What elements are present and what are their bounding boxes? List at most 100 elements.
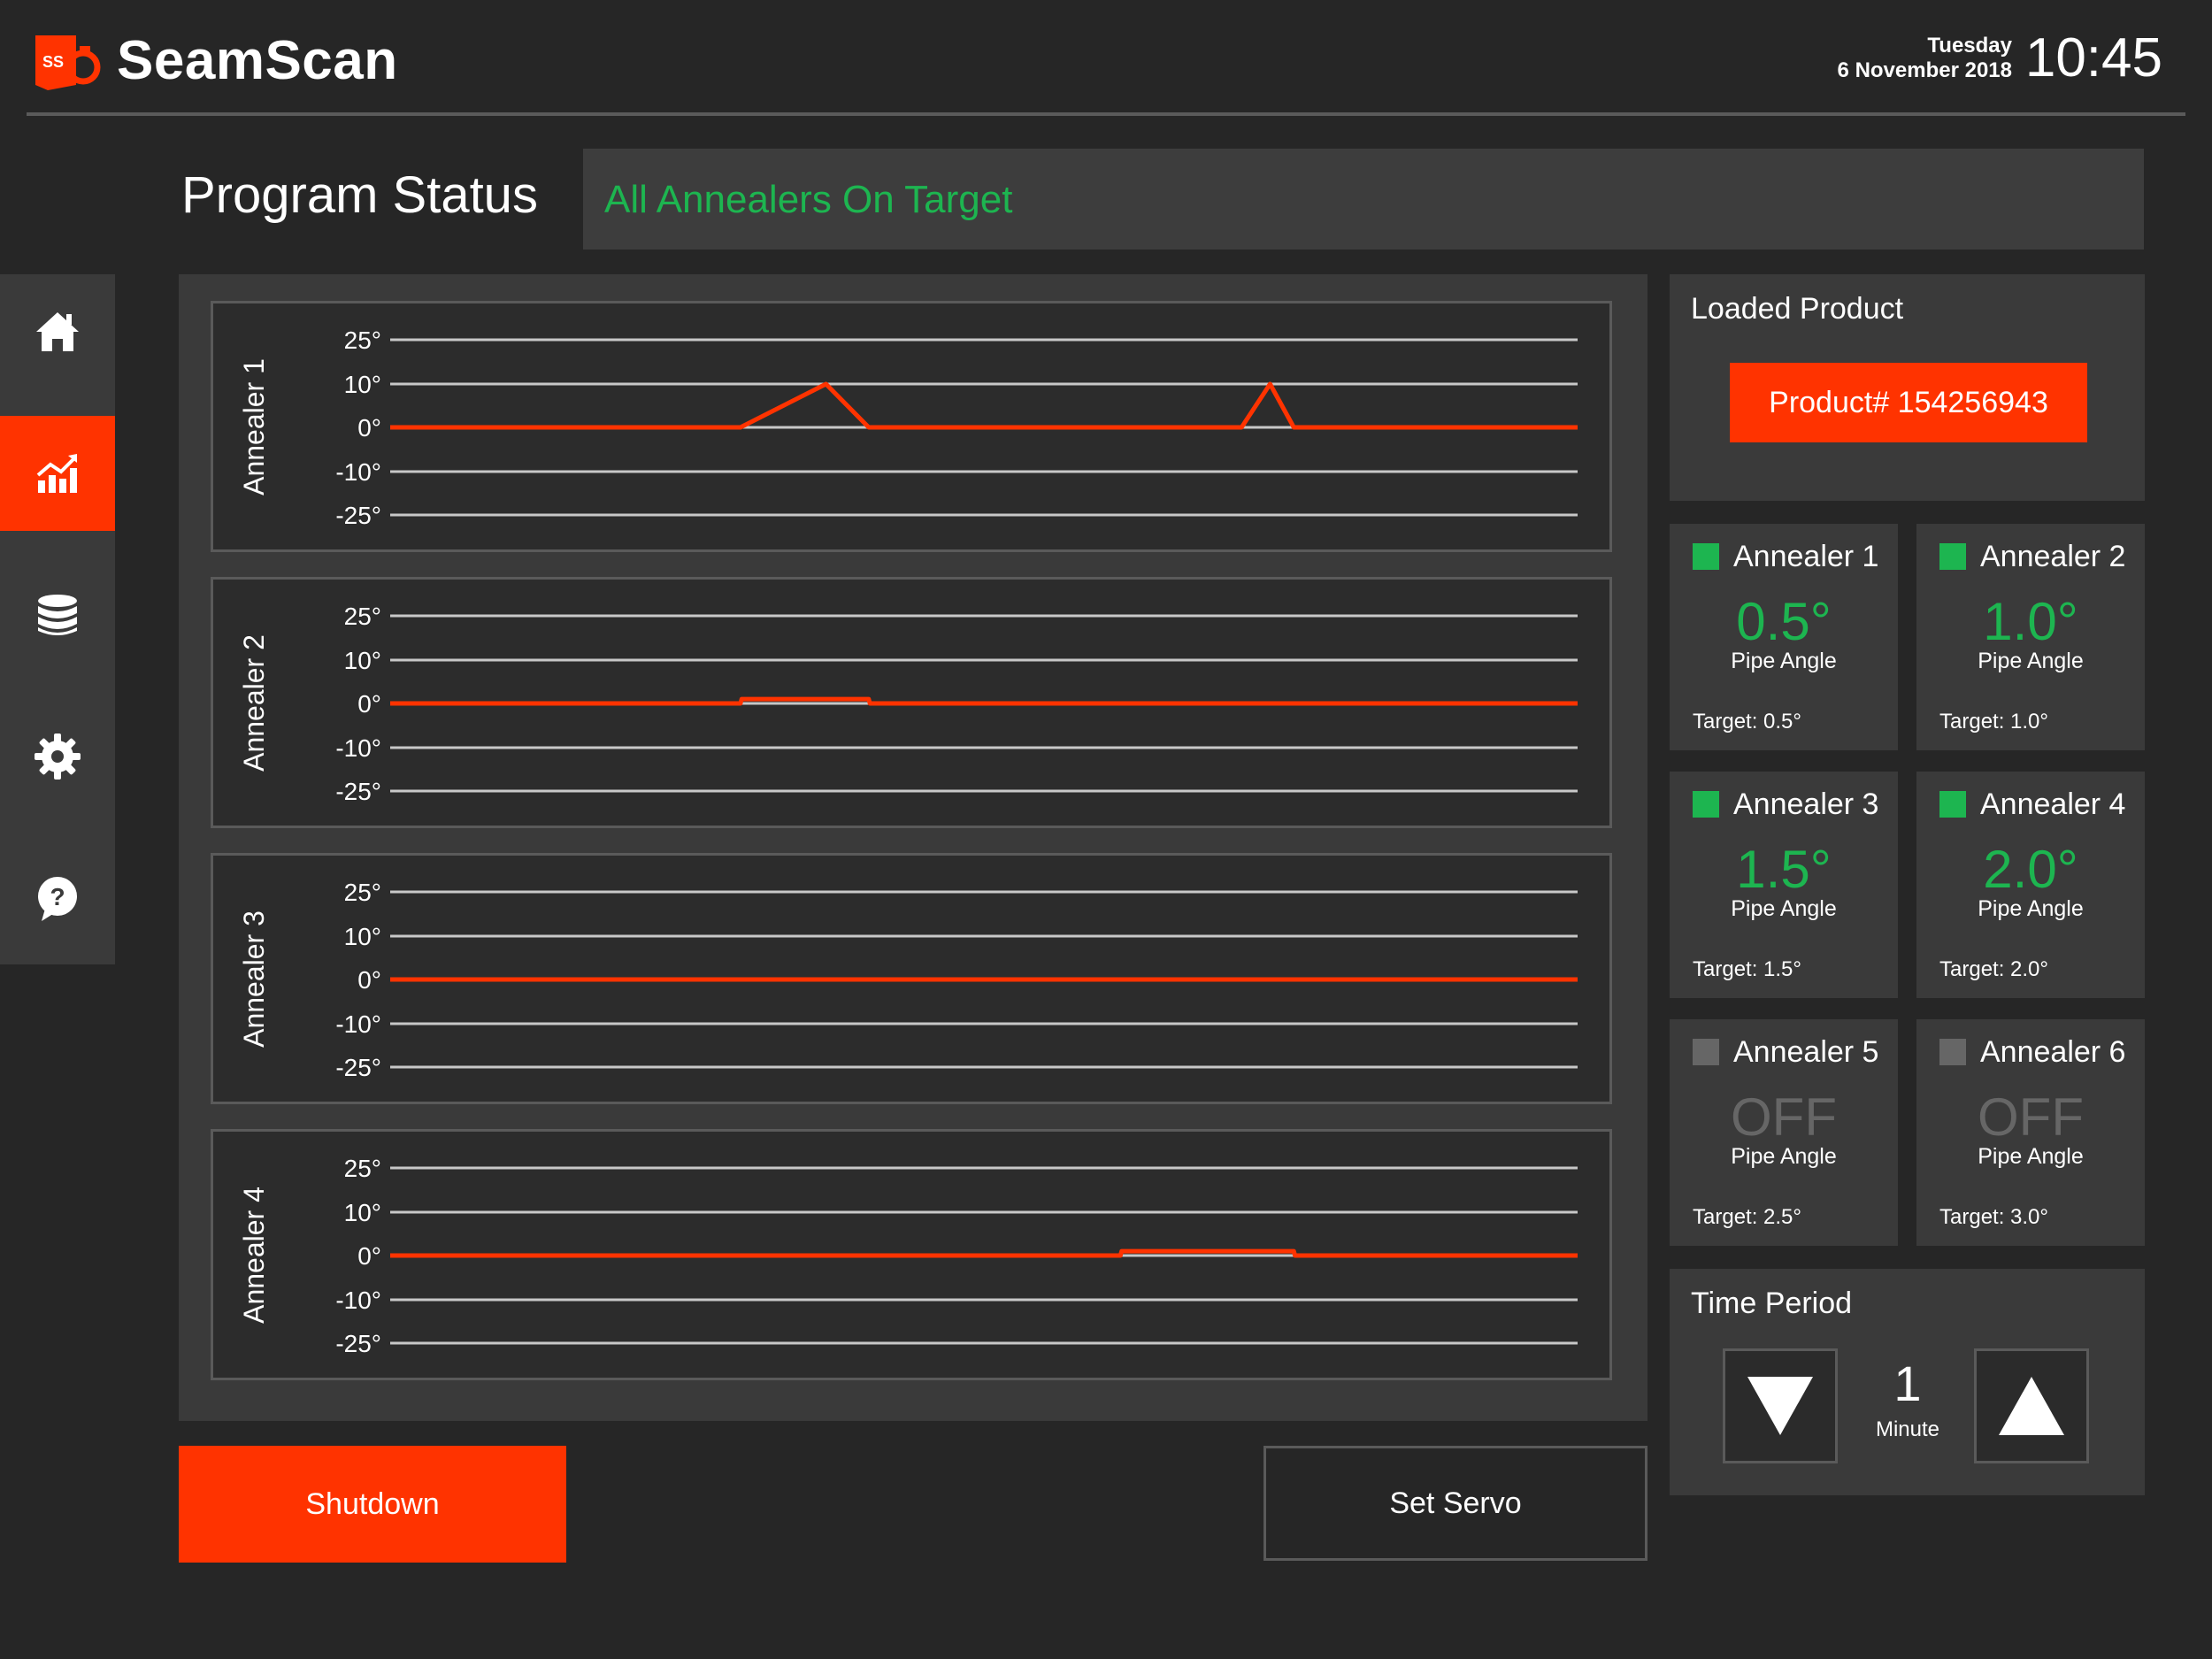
nav-home[interactable] xyxy=(0,274,115,389)
y-tick-label: -25° xyxy=(335,1054,381,1081)
y-tick-label: 25° xyxy=(344,326,381,354)
pipe-angle-label: Pipe Angle xyxy=(1731,1144,1837,1169)
date-display: Tuesday 6 November 2018 xyxy=(1838,34,2012,83)
annealer-card-4[interactable]: Annealer 4 2.0° Pipe Angle Target: 2.0° xyxy=(1916,772,2145,998)
svg-text:?: ? xyxy=(50,883,65,910)
chart-icon xyxy=(36,454,77,493)
pipe-angle-value: 0.5° xyxy=(1736,592,1832,651)
target-value: Target: 2.0° xyxy=(1939,957,2048,981)
database-icon xyxy=(38,595,77,635)
time-period-value: 1 xyxy=(1893,1356,1922,1411)
target-value: Target: 2.5° xyxy=(1693,1205,1801,1229)
shutdown-button[interactable]: Shutdown xyxy=(179,1446,566,1563)
home-icon xyxy=(36,312,79,351)
set-servo-button[interactable]: Set Servo xyxy=(1263,1446,1647,1561)
annealer-name: Annealer 6 xyxy=(1980,1035,2126,1069)
chart-annealer-2: Annealer 2 25° 10° 0° -10° -25° xyxy=(211,577,1612,828)
series-line xyxy=(390,381,1578,430)
chart-annealer-4: Annealer 4 25° 10° 0° -10° -25° xyxy=(211,1129,1612,1380)
time-decrease-button[interactable] xyxy=(1723,1348,1838,1463)
time-period-title: Time Period xyxy=(1691,1286,1853,1320)
y-tick-label: -25° xyxy=(335,778,381,805)
pipe-angle-label: Pipe Angle xyxy=(1978,896,2084,921)
product-button[interactable]: Product# 154256943 xyxy=(1730,363,2087,442)
status-banner: All Annealers On Target xyxy=(583,149,2144,250)
y-tick-label: 0° xyxy=(357,1242,381,1270)
status-indicator-icon xyxy=(1939,791,1966,818)
time-period-unit: Minute xyxy=(1875,1417,1940,1441)
target-value: Target: 3.0° xyxy=(1939,1205,2048,1229)
nav-database[interactable] xyxy=(0,557,115,672)
chart-annealer-1: Annealer 1 25° 10° 0° -10° -25° xyxy=(211,301,1612,552)
y-tick-label: -10° xyxy=(335,1010,381,1038)
y-tick-label: 0° xyxy=(357,966,381,994)
pipe-angle-label: Pipe Angle xyxy=(1978,649,2084,673)
annealer-name: Annealer 2 xyxy=(1980,540,2126,573)
y-tick-label: 0° xyxy=(357,690,381,718)
annealer-name: Annealer 4 xyxy=(1980,787,2126,821)
status-message: All Annealers On Target xyxy=(604,178,1013,221)
pipe-angle-label: Pipe Angle xyxy=(1978,1144,2084,1169)
y-tick-label: 25° xyxy=(344,1155,381,1182)
chart-plot-annealer-4: 25° 10° 0° -10° -25° xyxy=(335,1155,1578,1357)
annealer-name: Annealer 1 xyxy=(1733,540,1879,573)
pipe-angle-label: Pipe Angle xyxy=(1731,896,1837,921)
date-label: 6 November 2018 xyxy=(1837,58,2012,82)
status-indicator-icon xyxy=(1939,1039,1966,1065)
chart-annealer-3: Annealer 3 25° 10° 0° -10° -25° xyxy=(211,853,1612,1104)
annealer-card-2[interactable]: Annealer 2 1.0° Pipe Angle Target: 1.0° xyxy=(1916,524,2145,750)
annealer-card-6[interactable]: Annealer 6 OFF Pipe Angle Target: 3.0° xyxy=(1916,1019,2145,1246)
chart-plot-annealer-3: 25° 10° 0° -10° -25° xyxy=(335,879,1578,1081)
y-tick-label: 25° xyxy=(344,603,381,630)
annealer-name: Annealer 5 xyxy=(1733,1035,1879,1069)
sidebar-nav: ? xyxy=(0,274,115,964)
pipe-angle-value: OFF xyxy=(1731,1087,1837,1147)
annealer-card-3[interactable]: Annealer 3 1.5° Pipe Angle Target: 1.5° xyxy=(1670,772,1898,998)
gear-icon xyxy=(35,733,81,780)
y-tick-label: 10° xyxy=(344,1199,381,1226)
y-tick-label: -10° xyxy=(335,1286,381,1314)
time-increase-button[interactable] xyxy=(1974,1348,2089,1463)
y-tick-label: -10° xyxy=(335,734,381,762)
seamscan-logo-icon: SS xyxy=(32,32,103,92)
loaded-product-title: Loaded Product xyxy=(1691,292,1904,326)
series-line xyxy=(390,1248,1578,1258)
pipe-angle-value: 1.0° xyxy=(1983,592,2078,651)
pipe-angle-value: 2.0° xyxy=(1983,840,2078,899)
logo-text: SS xyxy=(42,53,64,71)
status-indicator-icon xyxy=(1693,543,1719,570)
chart-plot-annealer-1: 25° 10° 0° -10° -25° xyxy=(335,326,1578,529)
status-indicator-icon xyxy=(1693,791,1719,818)
annealer-card-1[interactable]: Annealer 1 0.5° Pipe Angle Target: 0.5° xyxy=(1670,524,1898,750)
page-title: Program Status xyxy=(181,166,538,224)
nav-settings[interactable] xyxy=(0,699,115,814)
status-indicator-icon xyxy=(1939,543,1966,570)
pipe-angle-value: OFF xyxy=(1978,1087,2084,1147)
target-value: Target: 1.0° xyxy=(1939,710,2048,733)
series-line xyxy=(390,696,1578,706)
status-indicator-icon xyxy=(1693,1039,1719,1065)
y-tick-label: -10° xyxy=(335,458,381,486)
nav-help[interactable]: ? xyxy=(0,841,115,956)
target-value: Target: 1.5° xyxy=(1693,957,1801,981)
annealer-card-5[interactable]: Annealer 5 OFF Pipe Angle Target: 2.5° xyxy=(1670,1019,1898,1246)
y-tick-label: -25° xyxy=(335,1330,381,1357)
pipe-angle-label: Pipe Angle xyxy=(1731,649,1837,673)
loaded-product-panel: Loaded Product Product# 154256943 xyxy=(1670,274,2145,501)
chart-plot-annealer-2: 25° 10° 0° -10° -25° xyxy=(335,603,1578,805)
app-title: SeamScan xyxy=(117,30,398,91)
target-value: Target: 0.5° xyxy=(1693,710,1801,733)
help-icon: ? xyxy=(38,877,77,921)
y-tick-label: 10° xyxy=(344,371,381,398)
triangle-down-icon xyxy=(1747,1377,1813,1435)
charts-panel: Annealer 1 25° 10° 0° -10° -25° Annealer 2 2… xyxy=(179,274,1647,1421)
y-tick-label: -25° xyxy=(335,502,381,529)
y-tick-label: 10° xyxy=(344,923,381,950)
y-tick-label: 10° xyxy=(344,647,381,674)
time-period-panel: Time Period 1 Minute xyxy=(1670,1269,2145,1495)
y-tick-label: 0° xyxy=(357,414,381,442)
pipe-angle-value: 1.5° xyxy=(1736,840,1832,899)
triangle-up-icon xyxy=(1999,1377,2064,1435)
day-label: Tuesday xyxy=(1927,34,2012,58)
nav-charts[interactable] xyxy=(0,416,115,531)
